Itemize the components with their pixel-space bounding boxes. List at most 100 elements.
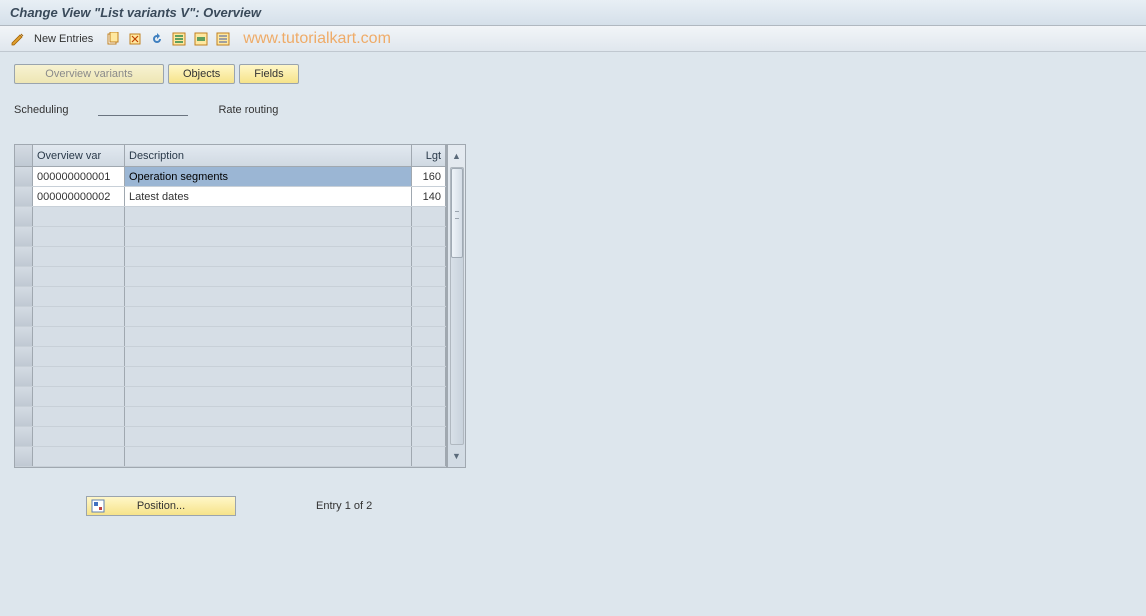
scheduling-field[interactable]: [98, 100, 188, 116]
empty-cell: [125, 267, 412, 286]
empty-cell: [33, 407, 125, 426]
select-block-icon[interactable]: [193, 31, 209, 47]
empty-cell: [15, 447, 33, 466]
cell-overview-var[interactable]: 000000000001: [33, 167, 125, 186]
empty-cell: [15, 227, 33, 246]
cell-lgt[interactable]: 140: [412, 187, 446, 206]
empty-cell: [15, 207, 33, 226]
delete-icon[interactable]: [127, 31, 143, 47]
empty-cell: [125, 287, 412, 306]
empty-cell: [412, 407, 446, 426]
empty-cell: [125, 207, 412, 226]
cell-description[interactable]: Latest dates: [125, 187, 412, 206]
grid: Overview var Description Lgt 00000000000…: [15, 145, 447, 467]
empty-cell: [412, 347, 446, 366]
cell-lgt[interactable]: 160: [412, 167, 446, 186]
select-all-icon[interactable]: [171, 31, 187, 47]
empty-cell: [33, 327, 125, 346]
empty-cell: [15, 427, 33, 446]
empty-cell: [412, 267, 446, 286]
table-row-empty: [15, 347, 446, 367]
cell-description[interactable]: Operation segments: [125, 167, 412, 186]
rate-routing-label: Rate routing: [218, 104, 278, 116]
watermark-text: www.tutorialkart.com: [243, 30, 391, 48]
position-button[interactable]: Position...: [86, 496, 236, 516]
tab-overview-variants[interactable]: Overview variants: [14, 64, 164, 84]
deselect-all-icon[interactable]: [215, 31, 231, 47]
empty-cell: [412, 387, 446, 406]
new-entries-button[interactable]: New Entries: [34, 33, 93, 45]
empty-cell: [412, 227, 446, 246]
toggle-display-change-icon[interactable]: [10, 31, 26, 47]
grid-body: 000000000001Operation segments1600000000…: [15, 167, 446, 467]
column-header-overview-var[interactable]: Overview var: [33, 145, 125, 166]
table-row-empty: [15, 427, 446, 447]
empty-cell: [33, 447, 125, 466]
grid-header: Overview var Description Lgt: [15, 145, 446, 167]
empty-cell: [15, 387, 33, 406]
position-button-label: Position...: [137, 500, 185, 512]
table-row-empty: [15, 367, 446, 387]
undo-change-icon[interactable]: [149, 31, 165, 47]
tab-fields[interactable]: Fields: [239, 64, 298, 84]
table-row-empty: [15, 307, 446, 327]
empty-cell: [125, 427, 412, 446]
table-row-empty: [15, 327, 446, 347]
vertical-scrollbar[interactable]: ▲ ▼: [447, 145, 465, 467]
empty-cell: [125, 347, 412, 366]
scroll-up-icon[interactable]: ▲: [450, 149, 464, 163]
table-row[interactable]: 000000000002Latest dates140: [15, 187, 446, 207]
empty-cell: [125, 387, 412, 406]
copy-as-icon[interactable]: [105, 31, 121, 47]
table-row-empty: [15, 227, 446, 247]
scroll-thumb[interactable]: [451, 168, 463, 258]
content-area: Overview variants Objects Fields Schedul…: [0, 52, 1146, 530]
table-row[interactable]: 000000000001Operation segments160: [15, 167, 446, 187]
tab-objects[interactable]: Objects: [168, 64, 235, 84]
empty-cell: [33, 387, 125, 406]
title-bar: Change View "List variants V": Overview: [0, 0, 1146, 26]
empty-cell: [412, 367, 446, 386]
table-row-empty: [15, 207, 446, 227]
grid-container: Overview var Description Lgt 00000000000…: [14, 144, 466, 468]
empty-cell: [33, 347, 125, 366]
empty-cell: [33, 267, 125, 286]
column-selector-header[interactable]: [15, 145, 33, 166]
scroll-down-icon[interactable]: ▼: [450, 449, 464, 463]
row-selector[interactable]: [15, 187, 33, 206]
empty-cell: [33, 247, 125, 266]
empty-cell: [412, 207, 446, 226]
empty-cell: [15, 407, 33, 426]
column-header-lgt[interactable]: Lgt: [412, 145, 446, 166]
footer-row: Position... Entry 1 of 2: [14, 496, 1132, 516]
entry-counter: Entry 1 of 2: [316, 500, 372, 512]
empty-cell: [412, 307, 446, 326]
empty-cell: [33, 427, 125, 446]
scheduling-label: Scheduling: [14, 104, 68, 116]
table-row-empty: [15, 407, 446, 427]
row-selector[interactable]: [15, 167, 33, 186]
empty-cell: [15, 247, 33, 266]
empty-cell: [412, 427, 446, 446]
page-title: Change View "List variants V": Overview: [10, 5, 261, 20]
empty-cell: [125, 227, 412, 246]
empty-cell: [33, 227, 125, 246]
table-row-empty: [15, 387, 446, 407]
cell-overview-var[interactable]: 000000000002: [33, 187, 125, 206]
empty-cell: [412, 247, 446, 266]
empty-cell: [412, 447, 446, 466]
empty-cell: [15, 367, 33, 386]
empty-cell: [125, 447, 412, 466]
empty-cell: [33, 207, 125, 226]
empty-cell: [125, 247, 412, 266]
column-header-description[interactable]: Description: [125, 145, 412, 166]
empty-cell: [15, 267, 33, 286]
empty-cell: [412, 287, 446, 306]
scroll-track[interactable]: [450, 167, 464, 445]
empty-cell: [15, 287, 33, 306]
tabs-row: Overview variants Objects Fields: [14, 64, 1132, 84]
empty-cell: [33, 307, 125, 326]
table-row-empty: [15, 287, 446, 307]
info-row: Scheduling Rate routing: [14, 100, 1132, 116]
table-row-empty: [15, 247, 446, 267]
